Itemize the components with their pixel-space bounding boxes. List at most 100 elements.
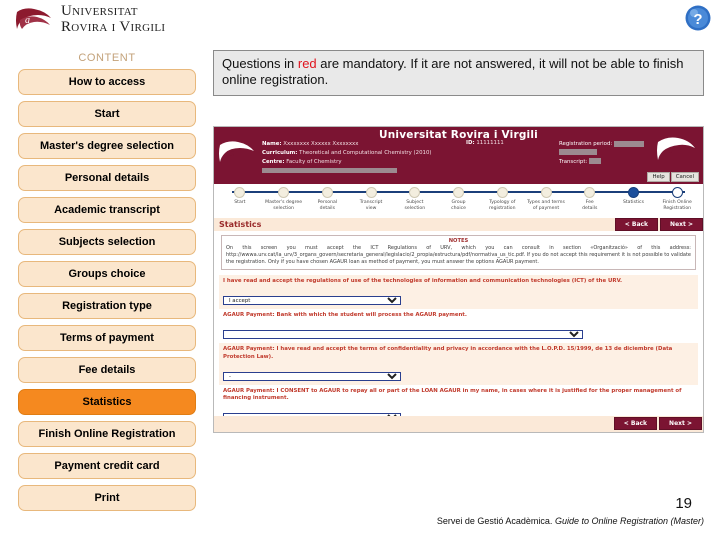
id-value: 11111111 <box>476 140 504 146</box>
transcript-label: Transcript: <box>559 158 588 165</box>
wizard-step[interactable]: Group choice <box>437 186 481 211</box>
form-field-select[interactable] <box>223 330 583 340</box>
step-label: Typology of registration <box>489 200 516 211</box>
form-field-label: AGAUR Payment: I have read and accept th… <box>223 346 673 360</box>
form-field-select[interactable]: - <box>223 371 401 381</box>
step-list: Start Master's degree selection Personal d… <box>214 186 703 211</box>
step-dot-icon <box>627 187 639 198</box>
curriculum-label: Curriculum: <box>262 149 298 156</box>
wizard-step[interactable]: Types and terms of payment <box>524 186 568 211</box>
svg-text:a: a <box>25 15 30 26</box>
step-label: Subject selection <box>404 200 426 211</box>
step-dot-icon <box>671 187 683 198</box>
svg-text:?: ? <box>693 11 702 28</box>
app-logo-right-icon: a <box>655 134 697 164</box>
redacted-bar <box>613 140 644 147</box>
bottom-nav-bar: < Back Next > <box>214 416 703 432</box>
step-dot-icon <box>365 187 377 198</box>
step-label: Types and terms of payment <box>527 200 565 211</box>
sidebar-item-finish-online-registration[interactable]: Finish Online Registration <box>18 421 196 447</box>
centre-label: Centre: <box>262 158 285 165</box>
form-field-label: I have read and accept the regulations o… <box>223 277 623 284</box>
wizard-step[interactable]: Start <box>218 186 262 211</box>
slide-footer-credit: Servei de Gestió Acadèmica. Guide to Onl… <box>437 516 704 526</box>
app-cancel-button[interactable]: Cancel <box>670 172 699 182</box>
form-fields-list: I have read and accept the regulations o… <box>219 274 698 427</box>
sidebar-title: CONTENT <box>78 52 136 64</box>
next-button-bottom[interactable]: Next > <box>659 417 702 430</box>
top-nav-buttons: < Back Next > <box>614 218 703 231</box>
wizard-step[interactable]: Statistics <box>612 186 656 211</box>
id-label: ID: <box>466 140 475 146</box>
sidebar-item-statistics[interactable]: Statistics <box>18 389 196 415</box>
notes-text: On this screen you must accept the ICT R… <box>226 245 691 265</box>
sidebar-item-start[interactable]: Start <box>18 101 196 127</box>
callout-text-red: red <box>297 56 317 71</box>
sidebar-item-how-to-access[interactable]: How to access <box>18 69 196 95</box>
sidebar-item-master-s-degree-selection[interactable]: Master's degree selection <box>18 133 196 159</box>
sidebar-item-registration-type[interactable]: Registration type <box>18 293 196 319</box>
step-dot-icon <box>453 187 465 198</box>
name-label: Name: <box>262 141 282 147</box>
student-info-block: Name: Xxxxxxxx Xxxxxx Xxxxxxxx Curriculu… <box>262 140 431 176</box>
urv-wordmark: Universitat Rovira i Virgili <box>61 4 165 35</box>
back-button-bottom[interactable]: < Back <box>613 417 658 430</box>
university-line-2: Rovira i Virgili <box>61 19 166 35</box>
step-label: Finish Online Registration <box>662 200 692 211</box>
form-field-block: I have read and accept the regulations o… <box>219 274 698 309</box>
wizard-step[interactable]: Personal details <box>305 186 349 211</box>
svg-text:a: a <box>668 142 674 156</box>
sidebar-item-subjects-selection[interactable]: Subjects selection <box>18 229 196 255</box>
transcript-row: Transcript: <box>559 158 644 167</box>
svg-text:a: a <box>229 147 235 159</box>
wizard-step[interactable]: Finish Online Registration <box>655 186 699 211</box>
notes-title: NOTES <box>448 238 469 244</box>
mandatory-questions-callout: Questions in red are mandatory. If it ar… <box>213 50 704 96</box>
sidebar-item-fee-details[interactable]: Fee details <box>18 357 196 383</box>
wizard-step[interactable]: Transcript view <box>349 186 393 211</box>
sidebar-item-academic-transcript[interactable]: Academic transcript <box>18 197 196 223</box>
app-form-body: NOTES On this screen you must accept the… <box>214 231 703 427</box>
step-label: Personal details <box>317 200 338 211</box>
step-label: Start <box>234 200 246 205</box>
centre-row: Centre: Faculty of Chemistry <box>262 158 431 167</box>
step-dot-icon <box>540 187 552 198</box>
urv-emblem-icon: a <box>14 6 54 34</box>
registration-period-block: Registration period: Transcript: <box>559 140 644 167</box>
step-label: Master's degree selection <box>265 200 303 211</box>
sidebar-item-personal-details[interactable]: Personal details <box>18 165 196 191</box>
step-dot-icon <box>409 187 421 198</box>
question-mark-help-icon[interactable]: ? <box>684 4 712 32</box>
app-help-cancel-bar: Help Cancel <box>647 172 699 182</box>
wizard-step[interactable]: Master's degree selection <box>262 186 306 211</box>
redacted-bar <box>589 158 601 165</box>
wizard-step[interactable]: Typology of registration <box>480 186 524 211</box>
back-button-top[interactable]: < Back <box>614 218 659 231</box>
callout-text-part1: Questions in <box>222 56 298 71</box>
sidebar-item-payment-credit-card[interactable]: Payment credit card <box>18 453 196 479</box>
app-logo-left-icon: a <box>218 138 256 166</box>
form-field-select[interactable]: I accept <box>223 295 401 305</box>
sidebar-item-groups-choice[interactable]: Groups choice <box>18 261 196 287</box>
sidebar-item-terms-of-payment[interactable]: Terms of payment <box>18 325 196 351</box>
sidebar-item-print[interactable]: Print <box>18 485 196 511</box>
wizard-step[interactable]: Subject selection <box>393 186 437 211</box>
curriculum-row: Curriculum: Theoretical and Computationa… <box>262 149 431 158</box>
app-help-button[interactable]: Help <box>647 172 670 182</box>
form-field-label: AGAUR Payment: I CONSENT to AGAUR to rep… <box>223 387 682 402</box>
slide-header: a Universitat Rovira i Virgili ? <box>0 0 720 38</box>
wizard-step[interactable]: Fee details <box>568 186 612 211</box>
step-dot-icon <box>321 187 333 198</box>
step-label: Fee details <box>582 200 598 211</box>
step-dot-icon <box>278 187 290 198</box>
urv-logo: a Universitat Rovira i Virgili <box>14 4 165 35</box>
step-dot-icon <box>234 187 246 198</box>
next-button-top[interactable]: Next > <box>660 218 703 231</box>
student-id-block: ID: 11111111 <box>466 140 504 146</box>
centre-value: Faculty of Chemistry <box>286 158 342 165</box>
name-value: Xxxxxxxx Xxxxxx Xxxxxxxx <box>283 141 359 147</box>
step-label: Statistics <box>622 200 644 205</box>
bottom-nav-buttons: < Back Next > <box>613 417 702 430</box>
student-name-row: Name: Xxxxxxxx Xxxxxx Xxxxxxxx <box>262 140 431 149</box>
redacted-bar <box>559 149 597 156</box>
